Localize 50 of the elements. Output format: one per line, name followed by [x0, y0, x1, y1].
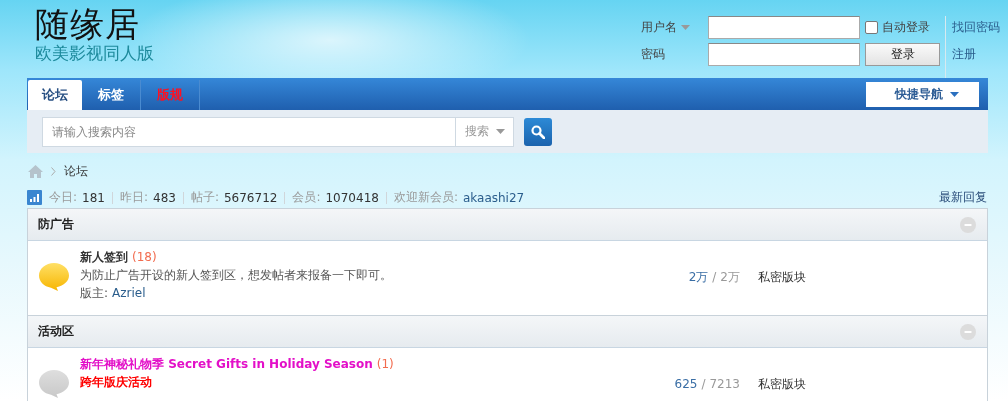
post-count: (1) — [376, 356, 394, 372]
stat-value: 5676712 — [223, 190, 278, 205]
thread-count: 2万 — [688, 270, 709, 284]
quick-nav-button[interactable]: 快捷导航 — [866, 81, 979, 107]
thread-count: 625 — [674, 377, 698, 391]
nav-tab[interactable]: 论坛 — [28, 80, 82, 110]
reply-count: 7213 — [709, 377, 740, 391]
checkbox[interactable] — [865, 21, 878, 34]
section-title[interactable]: 活动区 — [38, 323, 74, 340]
chart-icon — [27, 190, 42, 205]
stat-label: 今日: — [49, 189, 78, 206]
password-label: 密码 — [641, 46, 666, 63]
stat-value: 181 — [82, 190, 105, 205]
forum-name[interactable]: 新人签到 — [80, 249, 128, 265]
stat-label: 昨日: — [119, 189, 148, 206]
stat-value: 483 — [153, 190, 176, 205]
breadcrumb-link[interactable]: 论坛 — [64, 162, 88, 180]
section-title[interactable]: 防广告 — [38, 216, 74, 233]
slash-separator: / — [701, 377, 706, 391]
logo-title[interactable]: 随缘居 — [35, 5, 154, 43]
stat-value: 1070418 — [325, 190, 379, 205]
post-count: (18) — [132, 249, 157, 265]
remember-label: 自动登录 — [882, 19, 931, 36]
link[interactable]: 注册 — [952, 43, 1000, 66]
chevron-icon — [51, 166, 56, 176]
forum-description: 为防止广告开设的新人签到区，想发帖者来报备一下即可。 — [80, 267, 393, 283]
slash-separator: / — [712, 270, 717, 284]
login-button[interactable]: 登录 — [865, 43, 940, 66]
search-icon — [531, 124, 545, 139]
caret-icon — [495, 129, 505, 134]
stat-label: 帖子: — [190, 189, 219, 206]
forum-name[interactable]: 新年神秘礼物季 Secret Gifts in Holiday Season — [80, 356, 373, 372]
caret-icon — [681, 25, 690, 30]
username-field[interactable] — [708, 16, 860, 39]
member-link[interactable]: akaashi27 — [462, 190, 525, 205]
moderator-link[interactable]: Azriel — [112, 285, 146, 301]
stat-label: 欢迎新会员: — [393, 189, 458, 206]
last-post-text: 私密版块 — [758, 269, 806, 285]
username-label: 用户名 — [641, 19, 677, 36]
home-icon — [28, 164, 43, 178]
caret-icon — [949, 91, 959, 97]
stat-label: 会员: — [292, 189, 321, 206]
latest-replies-link[interactable]: 最新回复 — [939, 189, 987, 206]
password-field[interactable] — [708, 43, 860, 66]
logo-subtitle: 欧美影视同人版 — [35, 43, 154, 63]
moderator-label: 版主: — [80, 285, 109, 301]
search-button[interactable] — [524, 117, 552, 146]
reply-count: 2万 — [720, 270, 740, 284]
link[interactable]: 找回密码 — [952, 16, 1000, 39]
last-post-text: 私密版块 — [758, 376, 806, 392]
